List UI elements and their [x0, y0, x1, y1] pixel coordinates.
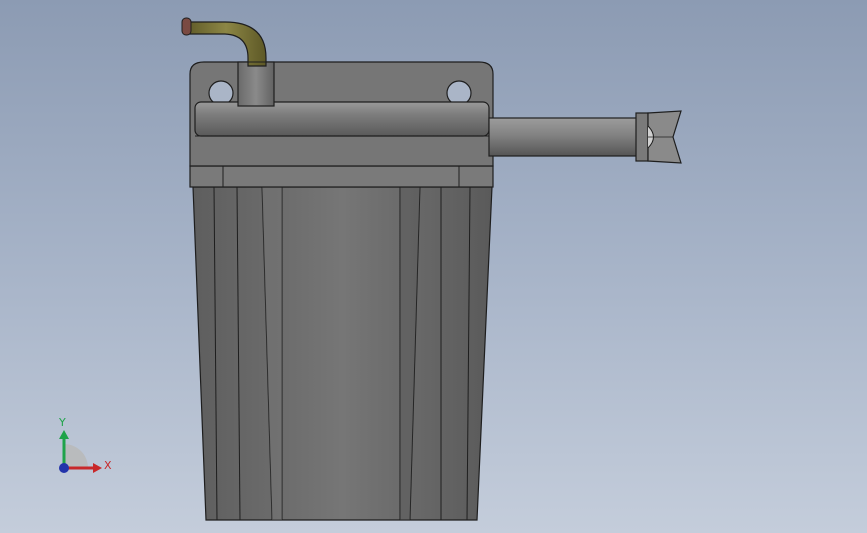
- piston-rod[interactable]: [488, 117, 638, 157]
- part-model[interactable]: [0, 0, 867, 533]
- triad-x-label: X: [104, 459, 112, 472]
- reference-triad[interactable]: Y X: [50, 412, 120, 482]
- triad-z-axis: [59, 463, 69, 473]
- graphics-viewport[interactable]: Y X: [0, 0, 867, 533]
- nozzle-fitting[interactable]: [635, 110, 682, 164]
- inlet-tube[interactable]: [181, 17, 267, 67]
- inlet-boss[interactable]: [237, 61, 275, 107]
- triad-y-label: Y: [58, 416, 66, 429]
- triad-plane-indicator: [64, 444, 88, 468]
- inlet-tube-tip[interactable]: [181, 17, 192, 36]
- collar-band[interactable]: [189, 165, 494, 188]
- triad-y-arrowhead: [59, 430, 69, 439]
- triad-x-arrowhead: [93, 463, 102, 473]
- horizontal-cylinder[interactable]: [194, 101, 490, 137]
- container-body[interactable]: [192, 186, 493, 521]
